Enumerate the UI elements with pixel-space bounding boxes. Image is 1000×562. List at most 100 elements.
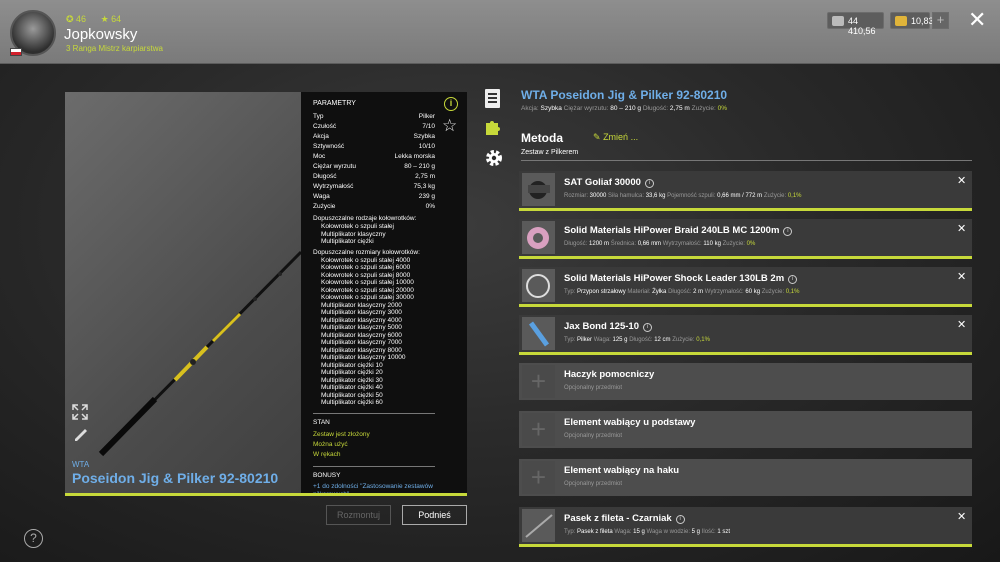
equipment-slot[interactable]: + Haczyk pomocniczy Opcjonalny przedmiot (519, 363, 972, 400)
divider (313, 465, 435, 467)
slot-item-name: SAT Goliaf 30000 i (564, 177, 654, 188)
parameters-panel: PARAMETRY Typ Pilker Czułość 7/10 Akcja Szybk… (301, 92, 467, 493)
parameter-label: Akcja (313, 133, 329, 140)
gold-coin-icon (895, 16, 907, 26)
parameter-row: Wytrzymałość 75,3 kg (313, 182, 435, 192)
detail-value: 60 kg (745, 289, 761, 295)
state-item: Można użyć (313, 440, 348, 448)
item-thumbnail (522, 317, 555, 350)
remove-item-icon[interactable]: ✕ (957, 174, 966, 187)
equipment-slot[interactable]: + Element wabiący na haku Opcjonalny przed… (519, 459, 972, 496)
parameter-value: Szybka (413, 133, 435, 140)
detail-value: Pasek z fileta (577, 529, 613, 535)
parameter-row: Waga 239 g (313, 192, 435, 202)
item-thumbnail (522, 509, 555, 542)
parameters-title: PARAMETRY (313, 100, 356, 107)
durability-bar (519, 544, 972, 547)
reel-sizes-list: Kołowrotek o szpuli stałej 4000 Kołowrote… (313, 257, 435, 407)
reel-size-item: Kołowrotek o szpuli stałej 30000 (321, 294, 414, 301)
assembly-property: Akcja: Szybka (521, 105, 564, 112)
equipment-slot[interactable]: Solid Materials HiPower Shock Leader 130… (519, 267, 972, 307)
info-icon[interactable]: i (788, 275, 798, 284)
pick-up-button[interactable]: Podnieś (402, 505, 467, 525)
favorite-star-icon[interactable]: ☆ (442, 116, 457, 136)
detail-label: Waga w wodzie: (646, 529, 692, 535)
add-item-icon[interactable]: + (522, 413, 555, 446)
detail-value: 125 g (612, 337, 628, 343)
slot-item-name: Solid Materials HiPower Shock Leader 130… (564, 273, 798, 284)
property-label: Zużycie: (691, 105, 718, 112)
rod-name: Poseidon Jig & Pilker 92-80210 (72, 470, 279, 486)
slot-item-details: Opcjonalny przedmiot (564, 481, 623, 487)
equipment-slot[interactable]: Solid Materials HiPower Braid 240LB MC 1… (519, 219, 972, 259)
reel-type-item: Multiplikator ciężki (321, 238, 374, 245)
equipment-slot[interactable]: Pasek z fileta - Czarniak i Typ: Pasek z f… (519, 507, 972, 547)
close-icon[interactable]: ✕ (968, 8, 986, 32)
document-icon[interactable] (485, 89, 500, 108)
state-title: STAN (313, 418, 330, 426)
durability-bar (519, 256, 972, 259)
parameter-row: Typ Pilker (313, 112, 435, 122)
add-item-icon[interactable]: + (522, 365, 555, 398)
bonus-text: +1 do zdolności "Zastosowanie zestawów p… (313, 482, 433, 494)
equipment-slot[interactable]: + Element wabiący u podstawy Opcjonalny pr… (519, 411, 972, 448)
disassemble-button[interactable]: Rozmontuj (326, 505, 391, 525)
parameter-value: 239 g (418, 193, 435, 200)
reel-size-item: Multiplikator klasyczny 2000 (321, 301, 402, 309)
slot-item-details: Typ: Pilker Waga: 125 g Długość: 12 cm Z… (564, 337, 710, 343)
parameter-row: Sztywność 10/10 (313, 142, 435, 152)
reel-size-item: Multiplikator klasyczny 5000 (321, 324, 402, 331)
info-icon[interactable]: i (642, 323, 652, 332)
edit-rod-icon[interactable] (73, 425, 89, 441)
info-icon[interactable]: i (783, 227, 793, 236)
property-label: Akcja: (521, 105, 541, 112)
detail-value: Pilker (577, 337, 593, 343)
reel-size-item: Multiplikator ciężki 60 (321, 399, 383, 406)
reel-size-item: Multiplikator ciężki 10 (321, 361, 383, 369)
detail-value: 30000 (589, 193, 607, 199)
remove-item-icon[interactable]: ✕ (957, 270, 966, 283)
reel-size-item: Multiplikator ciężki 20 (321, 369, 383, 376)
assembly-property: Długość: 2,75 m (643, 105, 692, 112)
add-item-icon[interactable]: + (522, 461, 555, 494)
parameter-label: Czułość (313, 123, 337, 130)
parameter-value: 75,3 kg (413, 183, 435, 190)
slot-item-details: Typ: Pasek z fileta Waga: 15 g Waga w wo… (564, 529, 730, 535)
reel-size-item: Multiplikator ciężki 40 (321, 384, 383, 391)
bonus-title: BONUSY (313, 471, 341, 479)
parameter-label: Ciężar wyrzutu (313, 163, 356, 170)
expand-icon[interactable] (72, 404, 88, 420)
help-icon[interactable]: ? (24, 529, 43, 548)
detail-value: 0,66 mm (637, 241, 662, 247)
property-value: 80 – 210 g (610, 105, 641, 112)
durability-bar (519, 352, 972, 355)
add-currency-button[interactable]: + (932, 12, 949, 29)
change-method-button[interactable]: ✎ Zmień ... (593, 132, 638, 143)
reel-type-item: Multiplikator klasyczny (321, 230, 386, 238)
parameter-value: Pilker (418, 113, 435, 120)
remove-item-icon[interactable]: ✕ (957, 318, 966, 331)
player-name: Jopkowsky (64, 26, 138, 43)
assembly-title: WTA Poseidon Jig & Pilker 92-80210 (521, 88, 728, 102)
gear-icon[interactable] (484, 148, 504, 168)
remove-item-icon[interactable]: ✕ (957, 510, 966, 523)
equipment-slot[interactable]: SAT Goliaf 30000 i Rozmiar: 30000 Siła ham… (519, 171, 972, 211)
reel-size-item: Kołowrotek o szpuli stałej 20000 (321, 286, 414, 294)
state-list: Zestaw jest złożony Można użyć W rękach (313, 430, 435, 460)
parameter-value: 7/10 (422, 123, 435, 130)
detail-value: 0,1% (696, 337, 710, 343)
remove-item-icon[interactable]: ✕ (957, 222, 966, 235)
equipment-slot[interactable]: Jax Bond 125-10 i Typ: Pilker Waga: 125 g … (519, 315, 972, 355)
detail-label: Długość: (629, 337, 655, 343)
info-icon[interactable]: i (444, 97, 458, 111)
reel-size-item: Multiplikator klasyczny 8000 (321, 346, 402, 354)
slot-item-details: Typ: Przypon strzałowy Materiał: Żyłka D… (564, 289, 799, 295)
puzzle-icon[interactable] (484, 118, 502, 136)
parameter-label: Sztywność (313, 143, 345, 150)
detail-value: 110 kg (703, 241, 721, 247)
parameter-value: 80 – 210 g (404, 163, 435, 170)
avatar[interactable] (10, 10, 56, 56)
info-icon[interactable]: i (644, 179, 654, 188)
info-icon[interactable]: i (675, 515, 685, 524)
detail-value: 1200 m (589, 241, 610, 247)
